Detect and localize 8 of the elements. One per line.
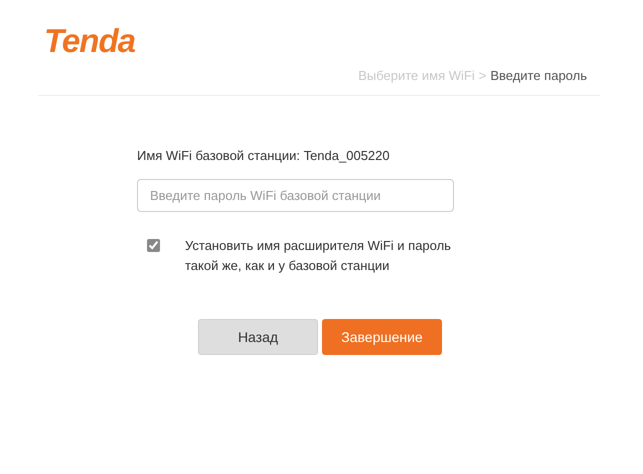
breadcrumb-step: Введите пароль bbox=[490, 68, 587, 83]
base-station-name: Имя WiFi базовой станции: Tenda_005220 bbox=[137, 148, 391, 163]
back-button[interactable]: Назад bbox=[198, 319, 318, 355]
password-field[interactable]: Введите пароль WiFi базовой станции bbox=[137, 179, 454, 212]
breadcrumb-separator: > bbox=[478, 68, 486, 83]
logo: Tenda bbox=[44, 24, 135, 57]
checkbox[interactable] bbox=[147, 239, 160, 252]
checkbox-label: Установить имя расширителя WiFi и пароль такой же, как и у базовой станции bbox=[185, 237, 452, 275]
